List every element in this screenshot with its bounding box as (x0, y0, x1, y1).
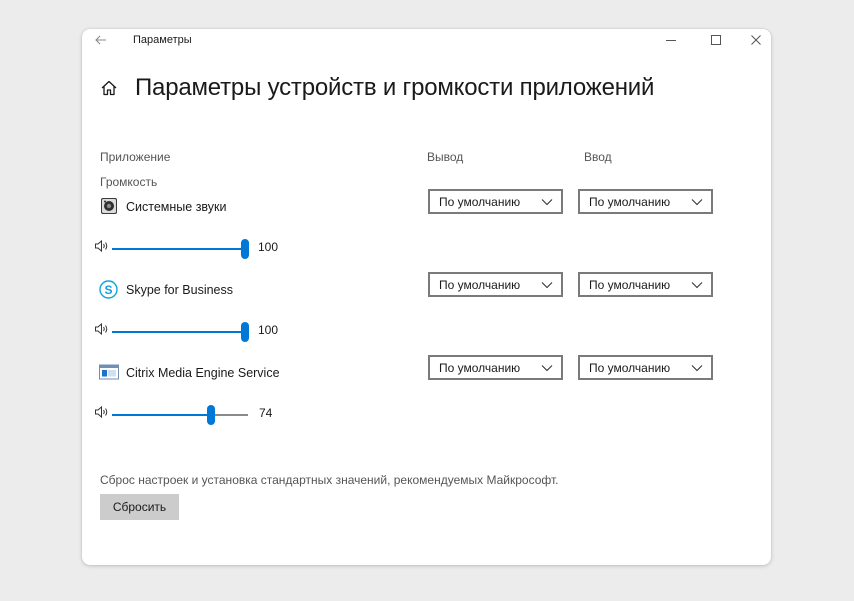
input-device-select[interactable]: По умолчанию (578, 355, 713, 380)
app-name: Системные звуки (126, 200, 227, 214)
app-title: Параметры (133, 34, 192, 46)
slider-thumb[interactable] (241, 239, 249, 259)
chevron-down-icon (691, 365, 703, 372)
reset-button[interactable]: Сбросить (100, 494, 179, 520)
chevron-down-icon (691, 282, 703, 289)
svg-text:S: S (104, 283, 112, 297)
volume-slider[interactable] (112, 322, 249, 342)
slider-thumb[interactable] (241, 322, 249, 342)
slider-fill (112, 248, 245, 250)
column-input-heading: Ввод (584, 150, 612, 164)
column-output-heading: Вывод (427, 150, 464, 164)
input-device-value: По умолчанию (589, 195, 671, 209)
input-device-value: По умолчанию (589, 361, 671, 375)
settings-window: Параметры Параметры устройств и громкост… (82, 29, 771, 565)
speaker-icon (94, 322, 110, 336)
volume-slider[interactable] (112, 239, 249, 259)
system-sounds-icon (100, 197, 118, 215)
app-name: Citrix Media Engine Service (126, 366, 280, 380)
output-device-value: По умолчанию (439, 278, 521, 292)
back-arrow-icon (95, 35, 106, 45)
volume-value: 100 (258, 240, 279, 254)
volume-value: 100 (258, 323, 279, 337)
output-device-value: По умолчанию (439, 361, 521, 375)
reset-description: Сброс настроек и установка стандартных з… (100, 473, 559, 487)
title-bar: Параметры (82, 29, 771, 53)
chevron-down-icon (541, 199, 553, 206)
column-volume-heading: Громкость (100, 175, 158, 189)
output-device-select[interactable]: По умолчанию (428, 355, 563, 380)
slider-fill (112, 331, 245, 333)
maximize-icon (711, 35, 721, 45)
column-app-heading: Приложение (100, 150, 171, 164)
output-device-value: По умолчанию (439, 195, 521, 209)
input-device-select[interactable]: По умолчанию (578, 272, 713, 297)
slider-fill (112, 414, 212, 416)
close-button[interactable] (736, 29, 771, 51)
volume-slider[interactable] (112, 405, 248, 425)
chevron-down-icon (691, 199, 703, 206)
speaker-icon (94, 239, 110, 253)
back-button[interactable] (92, 31, 110, 49)
minimize-button[interactable] (651, 29, 691, 51)
output-device-select[interactable]: По умолчанию (428, 272, 563, 297)
skype-icon: S (99, 280, 118, 299)
minimize-icon (666, 40, 676, 41)
chevron-down-icon (541, 282, 553, 289)
close-icon (751, 35, 761, 45)
output-device-select[interactable]: По умолчанию (428, 189, 563, 214)
speaker-icon (94, 405, 110, 419)
input-device-value: По умолчанию (589, 278, 671, 292)
home-icon[interactable] (100, 79, 118, 97)
volume-value: 74 (259, 406, 273, 420)
input-device-select[interactable]: По умолчанию (578, 189, 713, 214)
slider-thumb[interactable] (207, 405, 216, 425)
maximize-button[interactable] (696, 29, 736, 51)
chevron-down-icon (541, 365, 553, 372)
page-title: Параметры устройств и громкости приложен… (135, 74, 655, 101)
citrix-icon (99, 364, 119, 382)
app-name: Skype for Business (126, 283, 233, 297)
